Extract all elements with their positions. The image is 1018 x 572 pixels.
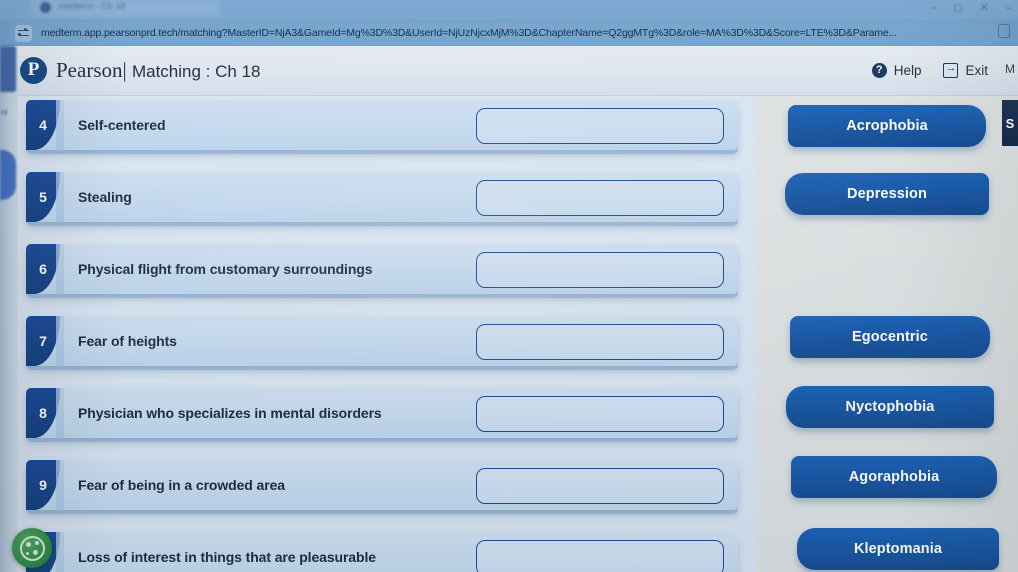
answer-tile[interactable]: Agoraphobia <box>791 456 997 498</box>
cookie-consent-icon[interactable] <box>12 528 52 568</box>
answer-dropzone[interactable] <box>476 180 724 216</box>
question-number-badge: 4 <box>26 100 64 150</box>
question-row[interactable]: 6 Physical flight from customary surround… <box>26 244 738 294</box>
answer-tile[interactable]: Depression <box>785 173 989 215</box>
question-text: Stealing <box>78 189 132 205</box>
address-bar[interactable]: medterm.app.pearsonprd.tech/matching?Mas… <box>8 21 1004 45</box>
answer-dropzone[interactable] <box>476 468 724 504</box>
question-text: Fear of heights <box>78 333 177 349</box>
tab-favicon <box>40 2 51 13</box>
pearson-logo-letter: P <box>27 59 40 80</box>
translate-icon[interactable] <box>15 24 32 42</box>
minimize-icon[interactable]: – <box>930 1 936 15</box>
edge-letter: M <box>1005 62 1015 76</box>
sidebar-ghost-label: nl <box>1 108 8 117</box>
app-header: P Pearson| Matching : Ch 18 ? Help Exit … <box>0 46 1018 96</box>
exit-button[interactable]: Exit <box>943 61 988 78</box>
cookie-glyph <box>19 535 45 561</box>
question-number-badge: 5 <box>26 172 64 222</box>
browser-sidebar-strip: nl <box>0 46 18 572</box>
sidebar-ghost-item-1 <box>0 46 16 92</box>
question-row[interactable]: 5 Stealing <box>26 172 738 222</box>
tab-title: medterm - Ch 18 <box>58 1 126 11</box>
maximize-icon[interactable]: ◻ <box>954 1 963 15</box>
exit-arrow-icon <box>943 61 959 78</box>
answer-dropzone[interactable] <box>476 324 724 360</box>
page-subtitle: Matching : Ch 18 <box>131 62 261 81</box>
edge-badge[interactable]: S <box>1002 100 1018 146</box>
answer-tile[interactable]: Egocentric <box>790 316 990 358</box>
question-number-badge: 9 <box>26 460 64 510</box>
question-number-badge: 7 <box>26 316 64 366</box>
browser-titlebar: medterm - Ch 18 – ◻ ✕ – <box>0 0 1018 20</box>
brand: P Pearson| Matching : Ch 18 <box>20 57 260 84</box>
question-row[interactable]: 7 Fear of heights <box>26 316 738 366</box>
close-icon[interactable]: ✕ <box>980 1 989 15</box>
answer-dropzone[interactable] <box>476 540 724 572</box>
answer-tile[interactable]: Nyctophobia <box>786 386 994 428</box>
sidebar-ghost-item-2 <box>0 150 16 200</box>
question-number-badge: 8 <box>26 388 64 438</box>
answer-dropzone[interactable] <box>476 396 724 432</box>
header-actions: ? Help Exit <box>871 61 988 78</box>
question-text: Physical flight from customary surroundi… <box>78 261 373 277</box>
title-separator: | <box>122 58 127 82</box>
exit-button-label: Exit <box>965 63 988 78</box>
pearson-logo-icon: P <box>20 57 47 84</box>
question-text: Loss of interest in things that are plea… <box>78 549 376 565</box>
answer-dropzone[interactable] <box>476 108 724 144</box>
restore-icon[interactable]: – <box>1006 1 1012 15</box>
browser-toolbar: medterm.app.pearsonprd.tech/matching?Mas… <box>0 20 1018 46</box>
help-button-label: Help <box>893 63 922 78</box>
address-bar-text: medterm.app.pearsonprd.tech/matching?Mas… <box>41 27 897 39</box>
question-text: Fear of being in a crowded area <box>78 477 285 493</box>
matching-board: 4 Self-centered 5 Stealing 6 Physical flight … <box>0 96 1018 572</box>
question-text: Self-centered <box>78 117 166 133</box>
question-number-badge: 6 <box>26 244 64 294</box>
page-title: Pearson| Matching : Ch 18 <box>56 58 260 83</box>
brand-name: Pearson <box>56 58 123 82</box>
answer-dropzone[interactable] <box>476 252 724 288</box>
question-row[interactable]: Loss of interest in things that are plea… <box>26 532 738 572</box>
question-row[interactable]: 9 Fear of being in a crowded area <box>26 460 738 510</box>
answer-tile[interactable]: Acrophobia <box>788 105 986 147</box>
window-controls[interactable]: – ◻ ✕ – <box>930 1 1012 15</box>
question-row[interactable]: 8 Physician who specializes in mental dis… <box>26 388 738 438</box>
question-row[interactable]: 4 Self-centered <box>26 100 738 150</box>
help-circle-icon: ? <box>871 63 887 78</box>
browser-window: medterm - Ch 18 – ◻ ✕ – medterm.app.pear… <box>0 0 1018 572</box>
question-text: Physician who specializes in mental diso… <box>78 405 382 421</box>
help-button[interactable]: ? Help <box>871 63 922 78</box>
answer-tile[interactable]: Kleptomania <box>797 528 999 570</box>
copy-icon[interactable] <box>998 24 1010 38</box>
